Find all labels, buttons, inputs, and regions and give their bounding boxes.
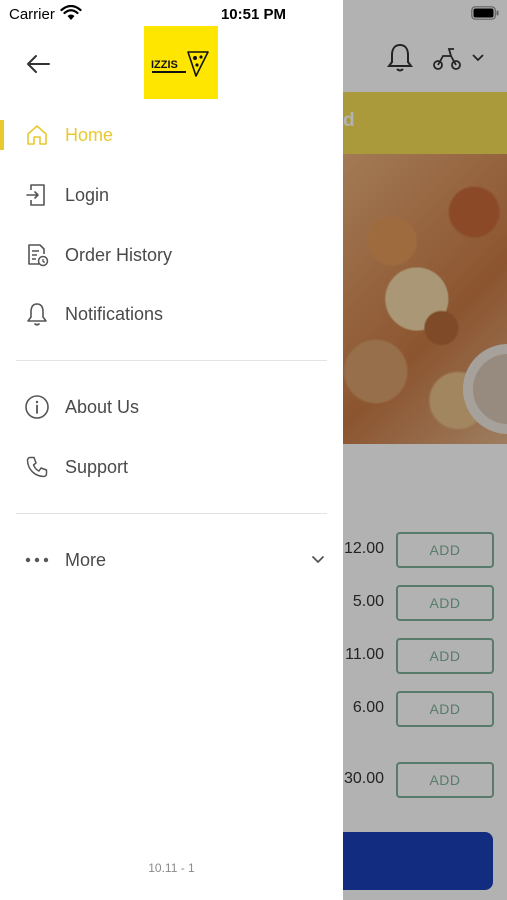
phone-icon [24, 454, 50, 480]
logo-graphic: IZZIS [151, 50, 209, 77]
menu-item-label: Home [65, 124, 114, 145]
menu-item-more[interactable]: More [0, 536, 343, 584]
brand-logo: IZZIS [144, 26, 218, 99]
menu-item-order-history[interactable]: Order History [0, 231, 343, 279]
bell-icon [24, 301, 50, 327]
menu-item-about-us[interactable]: About Us [0, 383, 343, 431]
arrow-left-icon [27, 55, 50, 73]
app-version: 10.11 - 1 [148, 861, 195, 875]
menu-divider [16, 360, 327, 361]
status-bar: Carrier 10:51 PM [0, 0, 507, 30]
menu-item-label: Order History [65, 244, 173, 265]
menu-divider [16, 513, 327, 514]
drawer-scrim[interactable] [343, 0, 507, 900]
order-history-icon [24, 242, 50, 268]
home-icon [24, 122, 50, 148]
status-time: 10:51 PM [220, 6, 287, 23]
menu-item-support[interactable]: Support [0, 443, 343, 491]
menu-item-label: Notifications [65, 303, 164, 324]
login-icon [24, 182, 50, 208]
menu-item-label: Login [65, 184, 110, 205]
back-button[interactable] [22, 48, 54, 80]
menu-item-home[interactable]: Home [0, 111, 343, 159]
menu-item-label: Support [65, 456, 129, 477]
menu-item-label: About Us [65, 396, 140, 417]
chevron-down-icon[interactable] [310, 554, 326, 566]
more-dots-icon [24, 547, 50, 573]
menu-item-notifications[interactable]: Notifications [0, 290, 343, 338]
info-icon [24, 394, 50, 420]
menu-item-login[interactable]: Login [0, 171, 343, 219]
battery-icon [471, 6, 499, 20]
menu-item-label: More [65, 549, 107, 570]
side-drawer: IZZIS Home Login Order History Notificat… [0, 0, 343, 900]
logo-text: IZZIS [151, 59, 178, 71]
